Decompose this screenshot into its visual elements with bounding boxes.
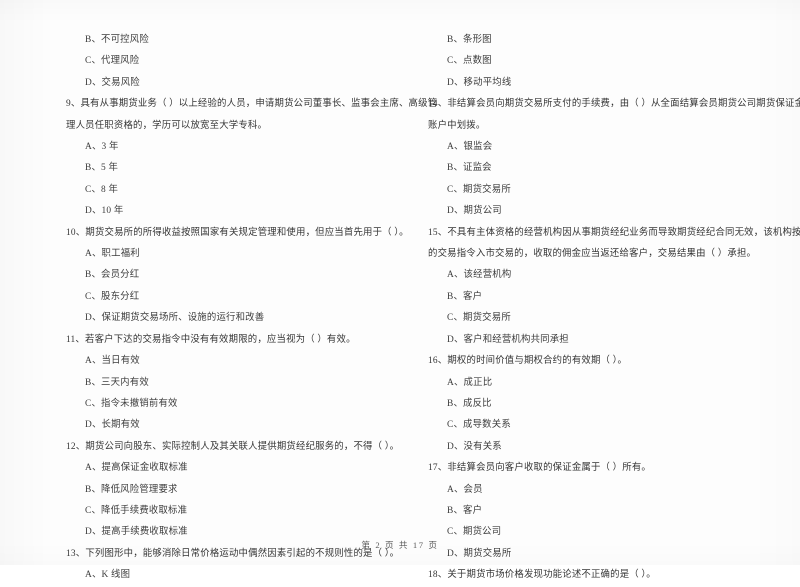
answer-option: C、点数图 bbox=[447, 56, 492, 67]
question-text: 11、若客户下达的交易指令中没有有效期限的，应当视为（ ）有效。 bbox=[66, 334, 356, 345]
answer-option: B、降低风险管理要求 bbox=[85, 484, 178, 495]
two-column-body: B、不可控风险 C、代理风险 D、交易风险 9、具有从事期货业务（ ）以上经验的人员，… bbox=[0, 30, 800, 580]
answer-option: C、成导数关系 bbox=[447, 420, 511, 431]
answer-option: B、会员分红 bbox=[85, 270, 140, 281]
answer-option: C、期货交易所 bbox=[447, 184, 511, 195]
question-text: 18、关于期货市场价格发现功能论述不正确的是（ ）。 bbox=[428, 570, 656, 581]
answer-option: C、代理风险 bbox=[85, 56, 140, 67]
answer-option: C、股东分红 bbox=[85, 291, 140, 302]
answer-option: D、10 年 bbox=[85, 206, 124, 217]
answer-option: B、证监会 bbox=[447, 163, 492, 174]
answer-option: B、5 年 bbox=[85, 163, 119, 174]
answer-option: B、条形图 bbox=[447, 35, 492, 45]
answer-option: A、提高保证金收取标准 bbox=[85, 463, 188, 474]
answer-option: D、期货公司 bbox=[447, 206, 502, 217]
exam-page: B、不可控风险 C、代理风险 D、交易风险 9、具有从事期货业务（ ）以上经验的人员，… bbox=[0, 0, 800, 580]
question-text: 17、非结算会员向客户收取的保证金属于（ ）所有。 bbox=[428, 463, 651, 474]
question-text: 12、期货公司向股东、实际控制人及其关联人提供期货经纪服务的，不得（ ）。 bbox=[66, 441, 400, 452]
answer-option: A、职工福利 bbox=[85, 249, 140, 260]
answer-option: B、三天内有效 bbox=[85, 377, 149, 388]
question-text: 10、期货交易所的所得收益按照国家有关规定管理和使用，但应当首先用于（ ）。 bbox=[66, 227, 409, 238]
answer-option: A、成正比 bbox=[447, 377, 493, 388]
answer-option: A、该经营机构 bbox=[447, 270, 512, 281]
question-text-continuation: 的交易指令入市交易的，收取的佣金应当返还给客户，交易结果由（ ）承担。 bbox=[428, 249, 757, 260]
page-footer: 第 2 页 共 17 页 bbox=[361, 540, 439, 550]
question-text: 15、不具有主体资格的经营机构因从事期货经纪业务而导致期货经纪合同无效，该机构按… bbox=[428, 227, 800, 238]
answer-option: D、客户和经营机构共同承担 bbox=[447, 334, 569, 345]
answer-option: B、客户 bbox=[447, 291, 483, 302]
answer-option: A、当日有效 bbox=[85, 356, 140, 367]
answer-option: D、移动平均线 bbox=[447, 77, 512, 88]
answer-option: D、交易风险 bbox=[85, 77, 140, 88]
question-text: 16、期权的时间价值与期权合约的有效期（ ）。 bbox=[428, 356, 628, 367]
answer-option: D、没有关系 bbox=[447, 441, 502, 452]
answer-option: B、不可控风险 bbox=[85, 35, 149, 45]
question-text-continuation: 账户中划拨。 bbox=[428, 120, 486, 131]
question-text: 14、非结算会员向期货交易所支付的手续费，由（ ）从全面结算会员期货公司期货保证… bbox=[428, 99, 800, 110]
answer-option: B、成反比 bbox=[447, 398, 492, 409]
answer-option: D、保证期货交易场所、设施的运行和改善 bbox=[85, 313, 265, 324]
question-text: 9、具有从事期货业务（ ）以上经验的人员，申请期货公司董事长、监事会主席、高级管 bbox=[66, 99, 438, 110]
answer-option: D、长期有效 bbox=[85, 420, 140, 431]
answer-option: A、3 年 bbox=[85, 142, 119, 153]
answer-option: A、银监会 bbox=[447, 142, 493, 153]
answer-option: A、K 线图 bbox=[85, 570, 131, 581]
answer-option: C、降低手续费收取标准 bbox=[85, 505, 188, 516]
right-column: B、条形图 C、点数图 D、移动平均线 14、非结算会员向期货交易所支付的手续费，由（… bbox=[400, 30, 800, 580]
answer-option: A、会员 bbox=[447, 484, 483, 495]
answer-option: C、期货交易所 bbox=[447, 313, 511, 324]
answer-option: C、8 年 bbox=[85, 184, 119, 195]
question-text-continuation: 理人员任职资格的，学历可以放宽至大学专科。 bbox=[66, 120, 268, 131]
answer-option: C、指令未撤销前有效 bbox=[85, 398, 178, 409]
left-column: B、不可控风险 C、代理风险 D、交易风险 9、具有从事期货业务（ ）以上经验的人员，… bbox=[0, 30, 438, 580]
answer-option: B、客户 bbox=[447, 505, 483, 516]
